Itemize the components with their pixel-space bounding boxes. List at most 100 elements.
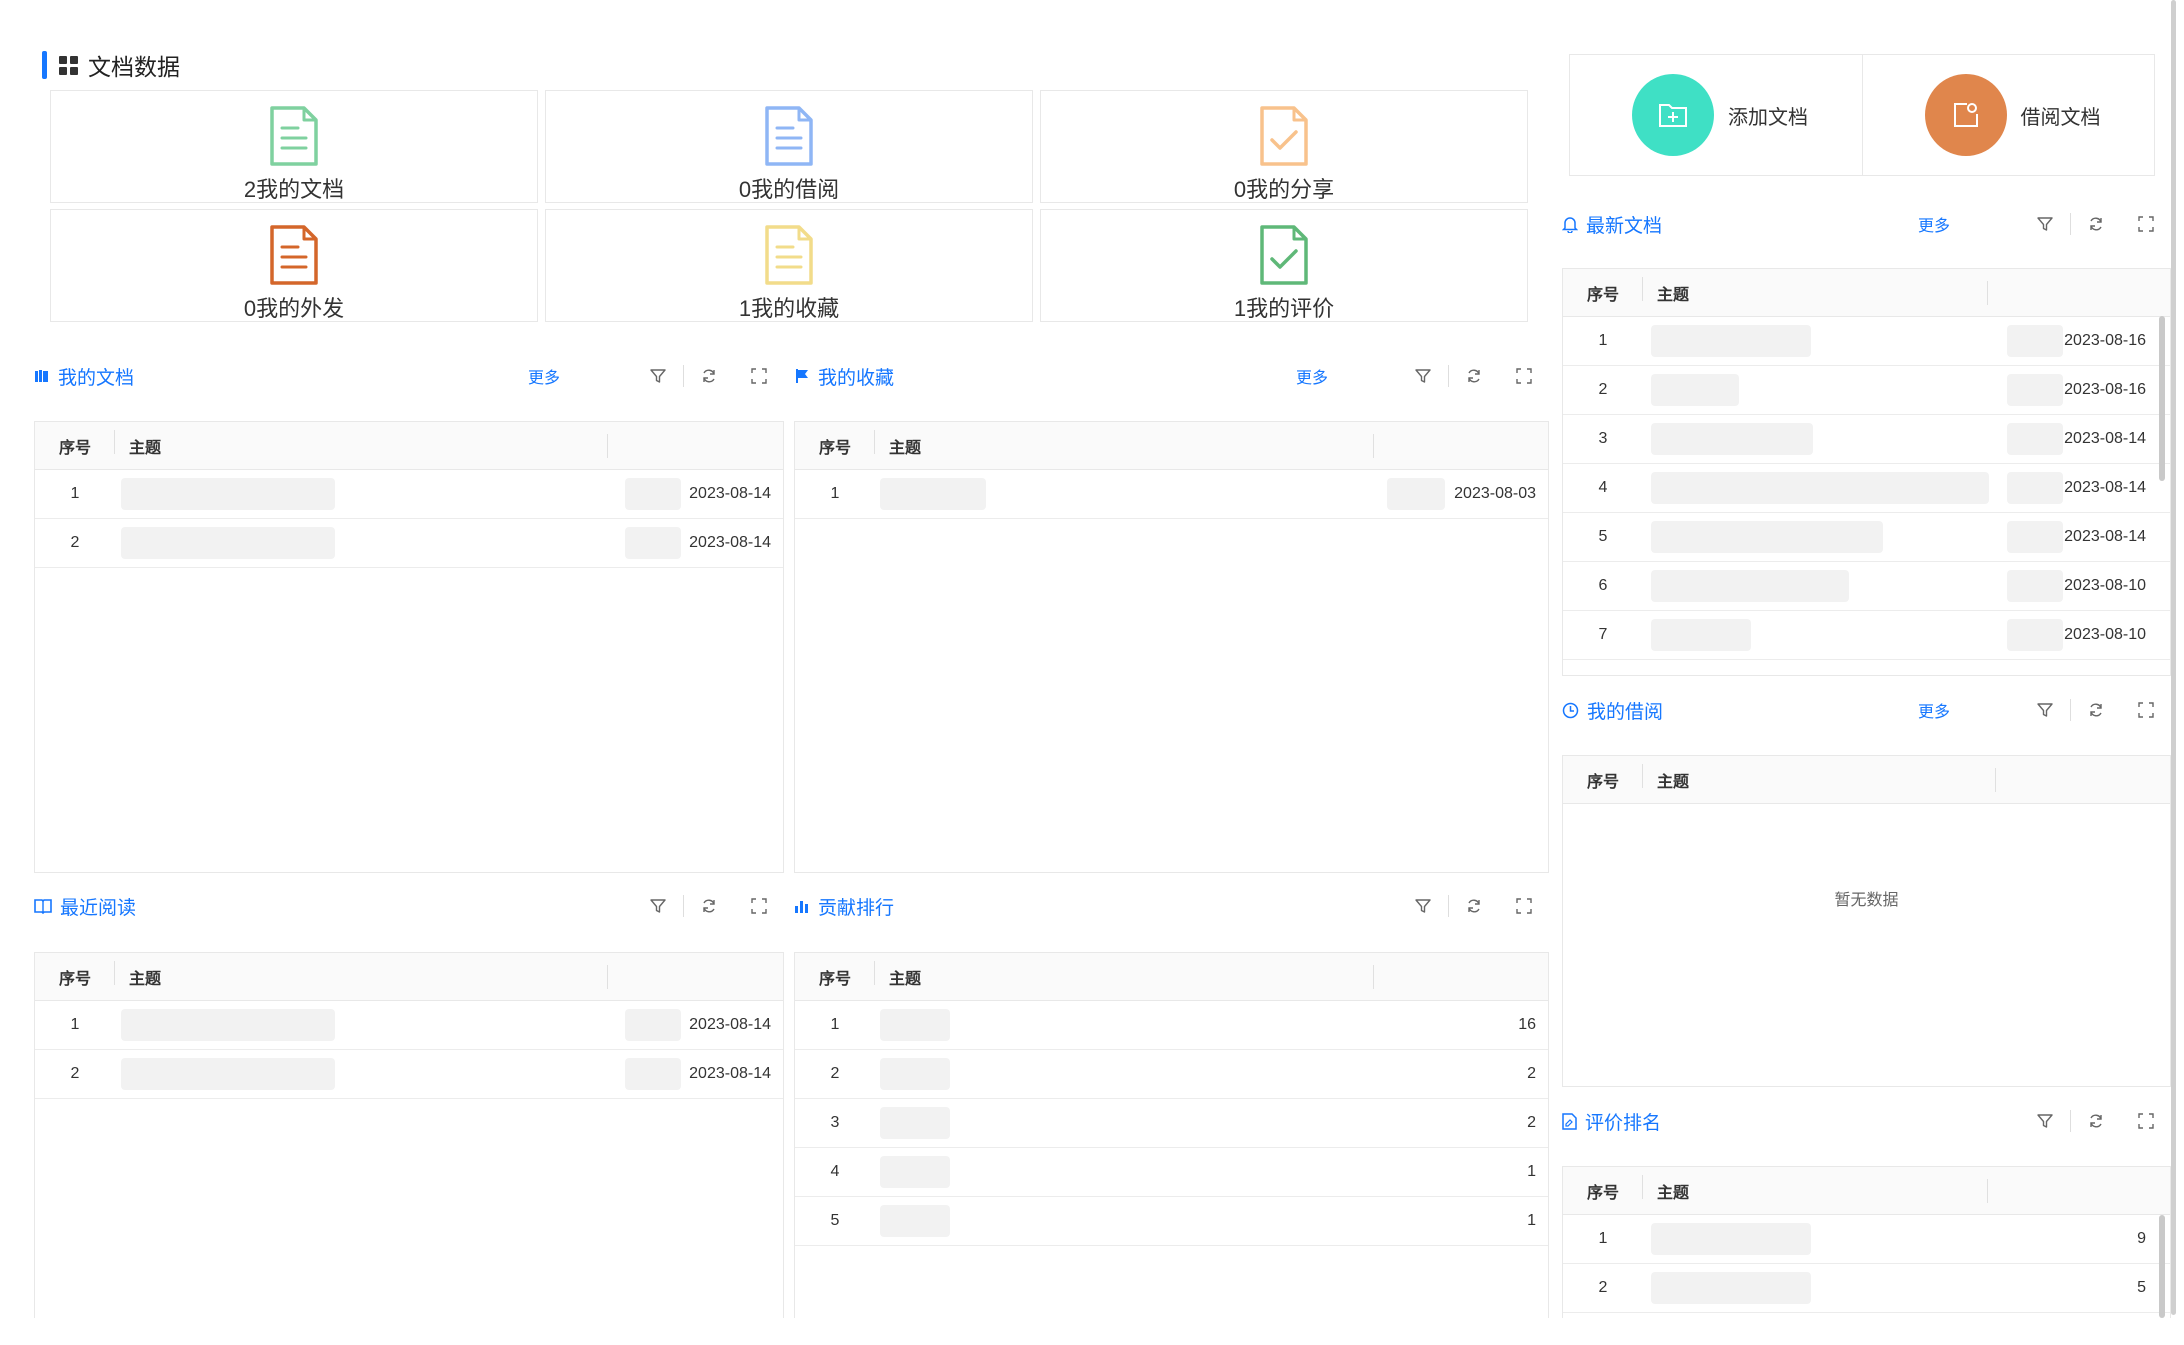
stat-card[interactable]: 1我的评价 (1040, 209, 1528, 322)
table-row[interactable]: 19 (1563, 1215, 2170, 1264)
subject-placeholder[interactable] (1651, 1223, 1811, 1255)
subject-placeholder[interactable] (880, 1107, 950, 1139)
table-header: 序号 主题 (35, 953, 783, 1001)
filter-icon[interactable] (633, 367, 683, 385)
subject-placeholder[interactable] (121, 478, 335, 510)
panel-title[interactable]: 我的借阅 (1562, 697, 1663, 724)
scrollbar[interactable] (2159, 1215, 2165, 1318)
subject-placeholder[interactable] (880, 1009, 950, 1041)
subject-placeholder[interactable] (1651, 423, 1813, 455)
stat-card[interactable]: 0我的分享 (1040, 90, 1528, 203)
more-link[interactable]: 更多 (1296, 364, 1328, 388)
panel-my-favorites: 我的收藏 更多 序号 主题 1 2023-08-03 (794, 358, 1549, 873)
refresh-icon[interactable] (1449, 367, 1499, 385)
table-row[interactable]: 41 (795, 1148, 1548, 1197)
quick-action-add-document[interactable]: 添加文档 (1570, 55, 1862, 175)
subject-placeholder[interactable] (1651, 1272, 1811, 1304)
fullscreen-icon[interactable] (734, 897, 784, 915)
row-value: 16 (1518, 1016, 1536, 1033)
table-row[interactable]: 51 (795, 1197, 1548, 1246)
table-row[interactable]: 3 2023-08-14 (1563, 415, 2170, 464)
filter-icon[interactable] (1398, 367, 1448, 385)
panel-title[interactable]: 我的文档 (34, 363, 134, 390)
fullscreen-icon[interactable] (1499, 897, 1549, 915)
subject-placeholder[interactable] (1651, 374, 1739, 406)
table-row[interactable]: 22 (795, 1050, 1548, 1099)
stat-label: 2我的文档 (243, 177, 345, 202)
row-value: 2023-08-14 (689, 1065, 771, 1082)
refresh-icon[interactable] (2071, 1112, 2121, 1130)
quick-action-borrow-document[interactable]: 借阅文档 (1861, 55, 2155, 175)
refresh-icon[interactable] (1449, 897, 1499, 915)
refresh-icon[interactable] (684, 897, 734, 915)
page-scrollbar[interactable] (2171, 0, 2176, 1315)
table-row[interactable]: 32 (795, 1099, 1548, 1148)
filter-icon[interactable] (2020, 701, 2070, 719)
table-header: 序号 主题 (1563, 756, 2170, 804)
stat-card[interactable]: 0我的借阅 (545, 90, 1033, 203)
refresh-icon[interactable] (684, 367, 734, 385)
fullscreen-icon[interactable] (2121, 1112, 2171, 1130)
flag-icon (794, 368, 810, 384)
panel-title[interactable]: 最新文档 (1562, 211, 1662, 238)
filter-icon[interactable] (2020, 1112, 2070, 1130)
subject-placeholder[interactable] (121, 1009, 335, 1041)
subject-placeholder[interactable] (121, 1058, 335, 1090)
col-index-header: 序号 (795, 429, 875, 458)
subject-placeholder[interactable] (1651, 521, 1883, 553)
row-index: 3 (830, 1114, 840, 1131)
subject-placeholder[interactable] (880, 1205, 950, 1237)
refresh-icon[interactable] (2071, 701, 2121, 719)
panel-title[interactable]: 评价排名 (1562, 1108, 1661, 1135)
subject-placeholder[interactable] (1651, 472, 1989, 504)
subject-placeholder[interactable] (1651, 619, 1751, 651)
scrollbar[interactable] (2159, 316, 2165, 481)
table-row[interactable]: 4 2023-08-14 (1563, 464, 2170, 513)
table-row[interactable]: 2 2023-08-14 (35, 519, 783, 568)
more-link[interactable]: 更多 (528, 364, 560, 388)
panel-header: 贡献排行 (794, 888, 1549, 924)
table-row[interactable]: 1 2023-08-03 (795, 470, 1548, 519)
filter-icon[interactable] (2020, 215, 2070, 233)
refresh-icon[interactable] (2071, 215, 2121, 233)
panel-header: 我的收藏 更多 (794, 358, 1549, 394)
subject-placeholder[interactable] (1651, 325, 1811, 357)
panel-title[interactable]: 最近阅读 (34, 893, 136, 920)
stat-card[interactable]: 0我的外发 (50, 209, 538, 322)
fullscreen-icon[interactable] (1499, 367, 1549, 385)
column-divider (1995, 768, 1996, 792)
subject-placeholder[interactable] (121, 527, 335, 559)
table-row[interactable]: 6 2023-08-10 (1563, 562, 2170, 611)
table-row[interactable]: 1 2023-08-16 (1563, 317, 2170, 366)
table-row[interactable]: 1 2023-08-14 (35, 1001, 783, 1050)
subject-placeholder[interactable] (1651, 570, 1849, 602)
table-row[interactable]: 1 2023-08-14 (35, 470, 783, 519)
table-row[interactable]: 5 2023-08-14 (1563, 513, 2170, 562)
row-value: 9 (2137, 1230, 2146, 1247)
fullscreen-icon[interactable] (2121, 701, 2171, 719)
stats-grid: 2我的文档 0我的借阅 0我的分享 0我的外发 1我的收藏 1我的评价 (50, 90, 1528, 328)
stat-card[interactable]: 2我的文档 (50, 90, 538, 203)
fullscreen-icon[interactable] (2121, 215, 2171, 233)
table-row[interactable]: 2 2023-08-16 (1563, 366, 2170, 415)
more-link[interactable]: 更多 (1918, 212, 1950, 236)
filter-icon[interactable] (633, 897, 683, 915)
col-index-header: 序号 (795, 960, 875, 989)
bell-icon (1562, 216, 1578, 233)
table-row[interactable]: 1 16 (795, 1001, 1548, 1050)
subject-placeholder[interactable] (880, 478, 986, 510)
table-row[interactable]: 2 2023-08-14 (35, 1050, 783, 1099)
subject-placeholder[interactable] (880, 1058, 950, 1090)
fullscreen-icon[interactable] (734, 367, 784, 385)
folder-add-icon (1632, 74, 1714, 156)
table-row[interactable]: 7 2023-08-10 (1563, 611, 2170, 660)
stat-card[interactable]: 1我的收藏 (545, 209, 1033, 322)
more-link[interactable]: 更多 (1918, 698, 1950, 722)
panel-title[interactable]: 贡献排行 (794, 893, 894, 920)
subject-placeholder[interactable] (880, 1156, 950, 1188)
table-row[interactable]: 25 (1563, 1264, 2170, 1313)
panel-contribution: 贡献排行 序号 主题 1 16 2 2 3 2 4 1 5 1 (794, 888, 1549, 1318)
table-header: 序号 主题 (35, 422, 783, 470)
filter-icon[interactable] (1398, 897, 1448, 915)
panel-title[interactable]: 我的收藏 (794, 363, 894, 390)
